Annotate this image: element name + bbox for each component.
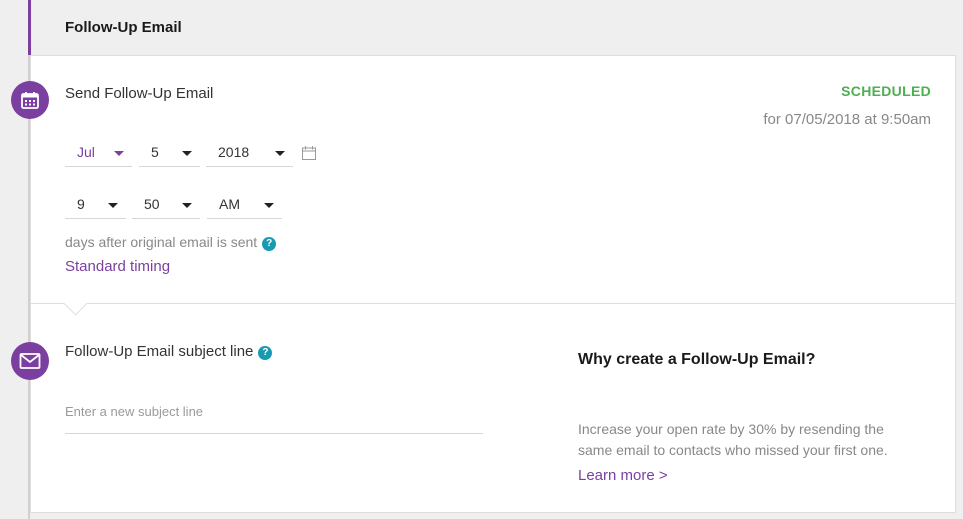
day-value: 5 (151, 144, 159, 160)
standard-timing-link[interactable]: Standard timing (65, 258, 170, 275)
schedule-section-title: Send Follow-Up Email (65, 85, 214, 102)
learn-more-link[interactable]: Learn more > (578, 467, 668, 484)
year-value: 2018 (218, 144, 250, 160)
hour-select[interactable]: 9 (65, 191, 126, 219)
status-badge: SCHEDULED (841, 83, 931, 99)
section-divider (30, 303, 956, 304)
chevron-down-icon (182, 203, 192, 208)
header-accent-bar (28, 0, 31, 55)
chevron-down-icon (275, 151, 285, 156)
calendar-outline-icon[interactable] (301, 145, 317, 161)
calendar-icon (11, 81, 49, 119)
ampm-select[interactable]: AM (207, 191, 282, 219)
info-body: Increase your open rate by 30% by resend… (578, 421, 888, 458)
page-title: Follow-Up Email (65, 19, 182, 36)
minute-value: 50 (144, 196, 160, 212)
day-select[interactable]: 5 (139, 139, 200, 167)
envelope-icon (11, 342, 49, 380)
subject-title-text: Follow-Up Email subject line (65, 343, 254, 360)
help-icon[interactable]: ? (262, 237, 277, 251)
minute-select[interactable]: 50 (132, 191, 200, 219)
days-after-label: days after original email is sent? (65, 234, 277, 251)
days-after-text: days after original email is sent (65, 234, 258, 250)
month-select[interactable]: Jul (65, 139, 132, 167)
year-select[interactable]: 2018 (206, 139, 293, 167)
subject-line-input[interactable] (65, 390, 483, 434)
status-detail: for 07/05/2018 at 9:50am (763, 111, 931, 128)
subject-section-title: Follow-Up Email subject line? (65, 343, 273, 360)
hour-value: 9 (77, 196, 85, 212)
section-header: Follow-Up Email (28, 0, 963, 55)
chevron-down-icon (108, 203, 118, 208)
ampm-value: AM (219, 196, 240, 212)
chevron-down-icon (182, 151, 192, 156)
chevron-down-icon (264, 203, 274, 208)
month-value: Jul (77, 144, 95, 160)
info-title: Why create a Follow-Up Email? (578, 351, 816, 368)
help-icon[interactable]: ? (258, 346, 273, 360)
chevron-down-icon (114, 151, 124, 156)
